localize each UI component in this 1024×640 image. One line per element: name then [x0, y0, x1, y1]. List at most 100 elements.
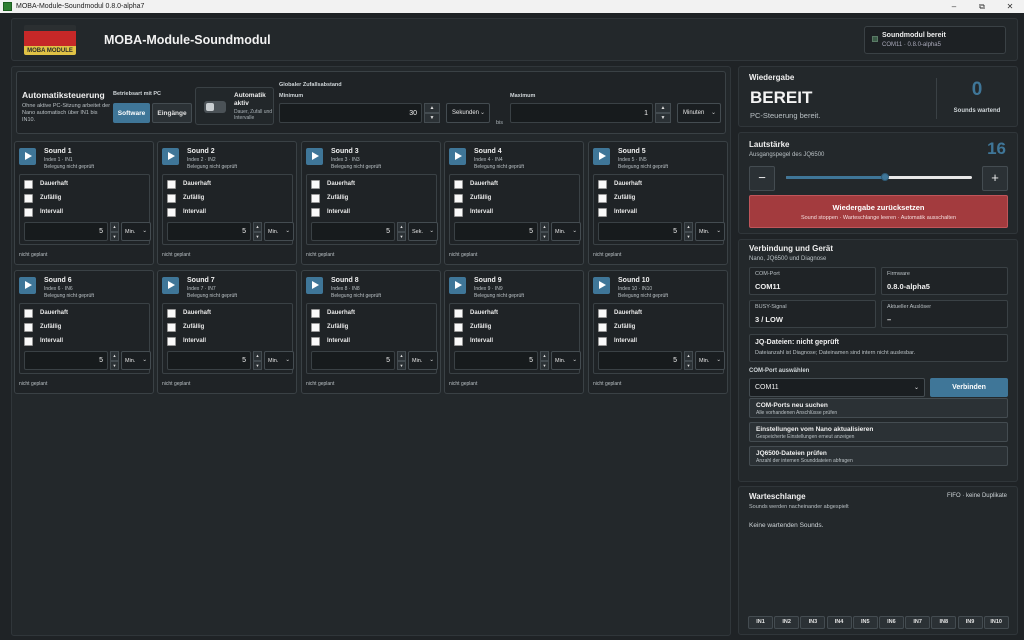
option-interval[interactable]: Intervall: [454, 336, 493, 346]
option-permanent[interactable]: Dauerhaft: [598, 308, 642, 318]
input-trigger-button[interactable]: IN8: [931, 616, 957, 629]
checkbox[interactable]: [598, 308, 607, 318]
checkbox[interactable]: [24, 207, 33, 217]
interval-stepper[interactable]: ▲ ▼: [397, 351, 406, 370]
input-trigger-button[interactable]: IN9: [957, 616, 983, 629]
stepper-down-icon[interactable]: ▼: [110, 231, 119, 241]
stepper-up-icon[interactable]: ▲: [540, 351, 549, 361]
checkbox[interactable]: [167, 193, 176, 203]
option-interval[interactable]: Intervall: [454, 207, 493, 217]
interval-unit-select[interactable]: Min. ⌄: [408, 351, 438, 370]
input-trigger-button[interactable]: IN4: [826, 616, 852, 629]
stepper-up-icon[interactable]: ▲: [253, 222, 262, 232]
play-icon[interactable]: [593, 148, 610, 165]
input-trigger-button[interactable]: IN3: [800, 616, 826, 629]
interval-unit-select[interactable]: Min. ⌄: [264, 222, 294, 241]
checkbox[interactable]: [167, 322, 176, 332]
stepper-up-icon[interactable]: ▲: [684, 222, 693, 232]
option-random[interactable]: Zufällig: [167, 322, 204, 332]
com-port-select[interactable]: COM11 ⌄: [749, 378, 925, 397]
play-icon[interactable]: [19, 148, 36, 165]
play-icon[interactable]: [306, 277, 323, 294]
stepper-up-icon[interactable]: ▲: [397, 351, 406, 361]
stepper-down-icon[interactable]: ▼: [655, 113, 671, 123]
checkbox[interactable]: [24, 193, 33, 203]
interval-unit-select[interactable]: Min. ⌄: [551, 222, 581, 241]
play-icon[interactable]: [449, 277, 466, 294]
option-permanent[interactable]: Dauerhaft: [454, 179, 498, 189]
interval-stepper[interactable]: ▲ ▼: [253, 222, 262, 241]
option-permanent[interactable]: Dauerhaft: [598, 179, 642, 189]
option-interval[interactable]: Intervall: [24, 207, 63, 217]
stepper-down-icon[interactable]: ▼: [397, 360, 406, 370]
checkbox[interactable]: [598, 322, 607, 332]
checkbox[interactable]: [24, 308, 33, 318]
interval-input[interactable]: 5: [24, 222, 108, 241]
stepper-down-icon[interactable]: ▼: [684, 360, 693, 370]
input-trigger-button[interactable]: IN2: [774, 616, 800, 629]
automatic-toggle[interactable]: [204, 101, 226, 113]
refresh-settings-button[interactable]: Einstellungen vom Nano aktualisieren Ges…: [749, 422, 1008, 442]
minimum-stepper[interactable]: ▲ ▼: [424, 103, 440, 123]
close-button[interactable]: ✕: [996, 0, 1024, 13]
reset-playback-button[interactable]: Wiedergabe zurücksetzen Sound stoppen · …: [749, 195, 1008, 228]
play-icon[interactable]: [306, 148, 323, 165]
stepper-up-icon[interactable]: ▲: [540, 222, 549, 232]
option-permanent[interactable]: Dauerhaft: [167, 308, 211, 318]
option-permanent[interactable]: Dauerhaft: [311, 308, 355, 318]
option-interval[interactable]: Intervall: [311, 336, 350, 346]
option-permanent[interactable]: Dauerhaft: [454, 308, 498, 318]
checkbox[interactable]: [454, 207, 463, 217]
play-icon[interactable]: [449, 148, 466, 165]
input-trigger-button[interactable]: IN6: [878, 616, 904, 629]
stepper-up-icon[interactable]: ▲: [424, 103, 440, 113]
volume-slider-thumb[interactable]: [880, 173, 889, 181]
option-permanent[interactable]: Dauerhaft: [24, 308, 68, 318]
option-random[interactable]: Zufällig: [167, 193, 204, 203]
stepper-down-icon[interactable]: ▼: [540, 360, 549, 370]
checkbox[interactable]: [454, 322, 463, 332]
checkbox[interactable]: [167, 336, 176, 346]
interval-stepper[interactable]: ▲ ▼: [110, 351, 119, 370]
interval-input[interactable]: 5: [454, 351, 538, 370]
volume-up-button[interactable]: +: [982, 166, 1008, 191]
checkbox[interactable]: [24, 322, 33, 332]
checkbox[interactable]: [311, 322, 320, 332]
interval-input[interactable]: 5: [311, 222, 395, 241]
volume-slider[interactable]: [786, 173, 972, 181]
maximum-unit-select[interactable]: Minuten ⌄: [677, 103, 721, 123]
mode-software-button[interactable]: Software: [113, 103, 150, 123]
checkbox[interactable]: [311, 308, 320, 318]
option-random[interactable]: Zufällig: [598, 322, 635, 332]
checkbox[interactable]: [598, 207, 607, 217]
checkbox[interactable]: [167, 207, 176, 217]
interval-unit-select[interactable]: Min. ⌄: [695, 222, 725, 241]
play-icon[interactable]: [162, 148, 179, 165]
maximum-input[interactable]: 1: [510, 103, 653, 123]
checkbox[interactable]: [311, 179, 320, 189]
checkbox[interactable]: [311, 207, 320, 217]
option-interval[interactable]: Intervall: [598, 207, 637, 217]
interval-unit-select[interactable]: Min. ⌄: [695, 351, 725, 370]
checkbox[interactable]: [167, 179, 176, 189]
checkbox[interactable]: [454, 179, 463, 189]
checkbox[interactable]: [167, 308, 176, 318]
option-random[interactable]: Zufällig: [598, 193, 635, 203]
maximize-button[interactable]: ⧉: [968, 0, 996, 13]
option-random[interactable]: Zufällig: [311, 322, 348, 332]
stepper-up-icon[interactable]: ▲: [397, 222, 406, 232]
option-interval[interactable]: Intervall: [24, 336, 63, 346]
interval-input[interactable]: 5: [167, 351, 251, 370]
play-icon[interactable]: [19, 277, 36, 294]
stepper-up-icon[interactable]: ▲: [684, 351, 693, 361]
minimum-input[interactable]: 30: [279, 103, 422, 123]
stepper-up-icon[interactable]: ▲: [253, 351, 262, 361]
option-interval[interactable]: Intervall: [167, 207, 206, 217]
stepper-up-icon[interactable]: ▲: [110, 222, 119, 232]
option-random[interactable]: Zufällig: [24, 322, 61, 332]
minimize-button[interactable]: –: [940, 0, 968, 13]
maximum-stepper[interactable]: ▲ ▼: [655, 103, 671, 123]
connect-button[interactable]: Verbinden: [930, 378, 1008, 397]
checkbox[interactable]: [311, 336, 320, 346]
mode-inputs-button[interactable]: Eingänge: [152, 103, 192, 123]
